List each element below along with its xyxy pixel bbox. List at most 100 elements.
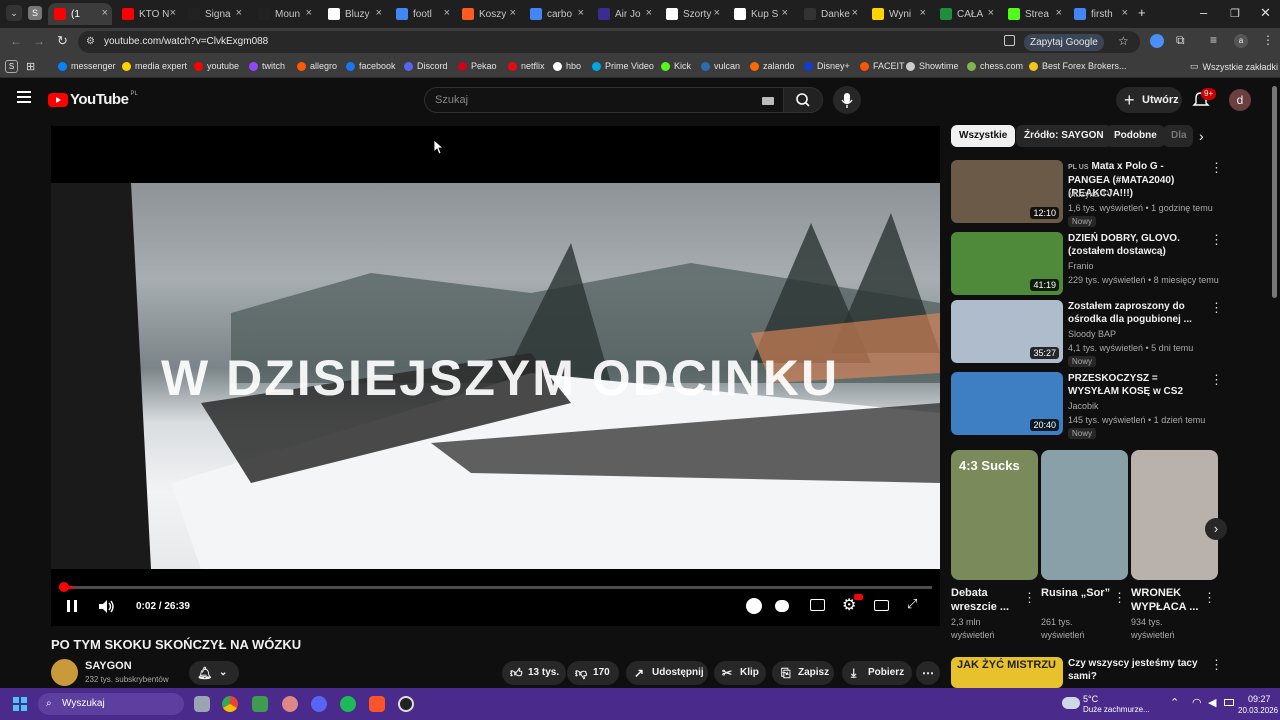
tab-close-icon[interactable]: × (170, 7, 176, 19)
browser-tab[interactable]: Koszy × (456, 3, 520, 25)
site-info-icon[interactable]: ⚙ (86, 36, 95, 47)
ask-google-button[interactable]: Zapytaj Google (1024, 34, 1104, 51)
dislike-button[interactable]: 👎︎ 170 (567, 661, 619, 685)
browser-tab[interactable]: Danke × (798, 3, 862, 25)
account-avatar[interactable]: d (1229, 89, 1251, 111)
bookmark-item[interactable]: media expert (122, 61, 187, 71)
pause-button[interactable] (67, 600, 77, 612)
bookmark-item[interactable]: messenger (58, 61, 116, 71)
recommendation-channel[interactable]: Jacobik (1068, 401, 1099, 411)
bookmark-item[interactable]: netflix (508, 61, 545, 71)
tab-close-icon[interactable]: × (714, 7, 720, 19)
short-thumbnail[interactable]: 4:3 Sucks (951, 450, 1038, 580)
bookmark-item[interactable]: Disney+ (804, 61, 850, 71)
scrollbar[interactable] (1272, 86, 1277, 298)
forward-button[interactable]: → (33, 34, 45, 48)
extensions-puzzle-icon[interactable]: ⧉ (1176, 33, 1185, 48)
progress-bar[interactable] (59, 582, 932, 592)
windows-start-icon[interactable] (13, 697, 27, 711)
search-input[interactable]: Szukaj (424, 87, 784, 113)
recommendation-title[interactable]: PRZESKOCZYSZ = WYSYŁAM KOSĘ w CS2 (1068, 372, 1208, 398)
subscribe-bell-button[interactable]: 🔔︎ ⌄ (189, 661, 239, 685)
shorts-next-button[interactable]: › (1205, 518, 1227, 540)
recommendation-thumbnail[interactable]: JAK ŻYĆ MISTRZU (951, 657, 1063, 688)
bookmark-item[interactable]: zalando (750, 61, 795, 71)
browser-tab[interactable]: Air Jo × (592, 3, 656, 25)
browser-tab[interactable]: Kup S × (728, 3, 792, 25)
search-button[interactable] (783, 87, 823, 113)
browser-tab[interactable]: Moun × (252, 3, 316, 25)
tab-close-icon[interactable]: × (510, 7, 516, 19)
obs-icon[interactable] (398, 696, 414, 712)
bookmark-item[interactable]: allegro (297, 61, 337, 71)
browser-tab[interactable]: (1 × (48, 3, 112, 25)
recommendation-thumbnail[interactable]: 20:40 (951, 372, 1063, 435)
recommendation-menu-icon[interactable]: ⋮ (1210, 232, 1223, 248)
share-button[interactable]: ↗ Udostępnij (626, 661, 708, 685)
bookmark-item[interactable]: Prime Video (592, 61, 654, 71)
voice-search-button[interactable] (833, 86, 861, 114)
app-icon[interactable] (282, 696, 298, 712)
battery-icon[interactable] (1224, 699, 1234, 706)
recommendation-title[interactable]: Zostałem zaproszony do ośrodka dla pogub… (1068, 300, 1208, 326)
short-menu-icon[interactable]: ⋮ (1023, 590, 1036, 606)
tab-close-icon[interactable]: × (1056, 7, 1062, 19)
close-window-button[interactable]: ✕ (1260, 5, 1271, 21)
filter-chip[interactable]: Dla (1163, 125, 1193, 147)
recommendation-title[interactable]: Czy wszyscy jesteśmy tacy sami? (1068, 657, 1208, 683)
recommendation-menu-icon[interactable]: ⋮ (1210, 372, 1223, 388)
browser-tab[interactable]: Wyni × (866, 3, 930, 25)
discord-icon[interactable] (311, 696, 327, 712)
recommendation-menu-icon[interactable]: ⋮ (1210, 657, 1223, 673)
tab-close-icon[interactable]: × (236, 7, 242, 19)
all-bookmarks[interactable]: ▭ Wszystkie zakładki (1190, 61, 1278, 72)
tab-close-icon[interactable]: × (782, 7, 788, 19)
short-thumbnail[interactable] (1041, 450, 1128, 580)
browser-tab[interactable]: Bluzy × (322, 3, 386, 25)
theater-mode-button[interactable] (874, 600, 889, 611)
tab-close-icon[interactable]: × (920, 7, 926, 19)
wifi-icon[interactable]: ◠ (1192, 696, 1202, 709)
recommendation-thumbnail[interactable]: 12:10 (951, 160, 1063, 223)
filter-chip[interactable]: Podobne (1106, 125, 1165, 147)
bookmark-item[interactable]: Best Forex Brokers... (1029, 61, 1127, 71)
download-button[interactable]: ⤓ Pobierz (842, 661, 912, 685)
short-thumbnail[interactable] (1131, 450, 1218, 580)
progress-scrubber[interactable] (59, 582, 69, 592)
tab-close-icon[interactable]: × (988, 7, 994, 19)
create-button[interactable]: + Utwórz (1116, 87, 1182, 113)
browser-tab[interactable]: Strea × (1002, 3, 1066, 25)
tab-close-icon[interactable]: × (646, 7, 652, 19)
task-view-icon[interactable] (194, 696, 210, 712)
bookmark-star-icon[interactable]: ☆ (1118, 34, 1129, 48)
tab-close-icon[interactable]: × (376, 7, 382, 19)
filter-chip[interactable]: Wszystkie (951, 125, 1016, 147)
browser-tab[interactable]: footl × (390, 3, 454, 25)
short-menu-icon[interactable]: ⋮ (1113, 590, 1126, 606)
apps-grid-icon[interactable]: ⊞ (26, 60, 35, 73)
tab-close-icon[interactable]: × (852, 7, 858, 19)
bookmark-item[interactable]: Pekao (458, 61, 497, 71)
volume-button[interactable] (99, 600, 115, 613)
bookmark-item[interactable]: youtube (194, 61, 239, 71)
bookmark-item[interactable]: Showtime (906, 61, 959, 71)
tray-chevron-icon[interactable]: ⌃ (1170, 696, 1179, 709)
reload-button[interactable]: ↻ (57, 33, 68, 49)
short-menu-icon[interactable]: ⋮ (1203, 590, 1216, 606)
menu-icon[interactable]: ⋮ (1262, 33, 1274, 47)
bookmark-item[interactable]: FACEIT (860, 61, 905, 71)
recommendation-title[interactable]: DZIEŃ DOBRY, GLOVO. (zostałem dostawcą) (1068, 232, 1208, 258)
short-title[interactable]: Rusina „Sor” (1041, 586, 1119, 600)
filter-chip[interactable]: Źródło: SAYGON (1016, 125, 1112, 147)
maximize-button[interactable]: ❐ (1230, 7, 1240, 20)
recommendation-channel[interactable]: Sloody BAP (1068, 329, 1116, 339)
browser-tab[interactable]: Signa × (182, 3, 246, 25)
tab-group-icon[interactable]: S (28, 6, 42, 20)
recommendation-menu-icon[interactable]: ⋮ (1210, 160, 1223, 176)
browser-tab[interactable]: CAŁA × (934, 3, 998, 25)
reading-list-icon[interactable]: ≡ (1210, 33, 1217, 47)
taskbar-search-input[interactable]: ⌕ Wyszukaj (38, 693, 184, 715)
recommendation-thumbnail[interactable]: 35:27 (951, 300, 1063, 363)
tab-close-icon[interactable]: × (306, 7, 312, 19)
install-icon[interactable] (1004, 35, 1015, 46)
